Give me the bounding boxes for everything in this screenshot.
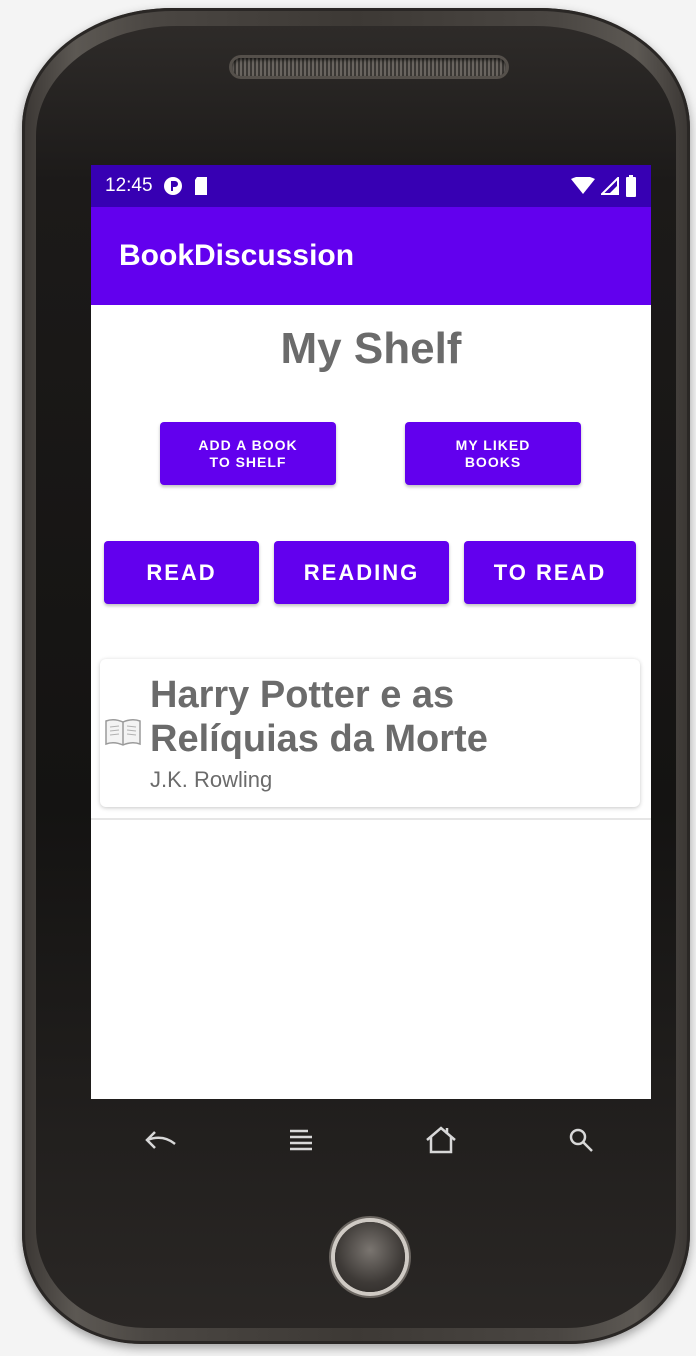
to-read-filter-button[interactable]: TO READ bbox=[464, 541, 636, 604]
back-icon bbox=[145, 1131, 176, 1149]
wifi-icon bbox=[571, 177, 595, 194]
notification-icon bbox=[163, 177, 182, 195]
home-icon bbox=[426, 1126, 456, 1154]
earpiece-speaker bbox=[232, 58, 506, 76]
app-bar: BookDiscussion bbox=[91, 207, 651, 305]
system-nav-bar bbox=[91, 1100, 651, 1180]
battery-icon bbox=[626, 175, 636, 197]
back-button[interactable] bbox=[131, 1110, 191, 1170]
menu-icon bbox=[290, 1129, 312, 1151]
device-screen: 12:45 BookDiscussion My Shelf ADD A BOOK… bbox=[91, 165, 651, 1099]
liked-books-button[interactable]: MY LIKED BOOKS bbox=[405, 422, 581, 485]
status-bar: 12:45 bbox=[91, 165, 651, 207]
sd-card-icon bbox=[194, 177, 207, 195]
search-button[interactable] bbox=[551, 1110, 611, 1170]
book-title: Harry Potter e as Relíquias da Morte bbox=[150, 674, 488, 760]
list-divider bbox=[91, 818, 651, 820]
book-author: J.K. Rowling bbox=[150, 767, 273, 792]
search-icon bbox=[569, 1128, 593, 1152]
physical-home-button[interactable] bbox=[335, 1222, 405, 1292]
app-title: BookDiscussion bbox=[119, 239, 355, 272]
reading-filter-button[interactable]: READING bbox=[274, 541, 449, 604]
cell-signal-icon bbox=[601, 177, 619, 195]
page-title: My Shelf bbox=[280, 324, 462, 373]
add-book-button[interactable]: ADD A BOOK TO SHELF bbox=[160, 422, 336, 485]
menu-button[interactable] bbox=[271, 1110, 331, 1170]
book-icon bbox=[105, 718, 141, 746]
read-filter-button[interactable]: READ bbox=[104, 541, 259, 604]
home-nav-button[interactable] bbox=[411, 1110, 471, 1170]
book-card[interactable]: Harry Potter e as Relíquias da Morte J.K… bbox=[100, 659, 640, 807]
status-time: 12:45 bbox=[105, 175, 153, 196]
